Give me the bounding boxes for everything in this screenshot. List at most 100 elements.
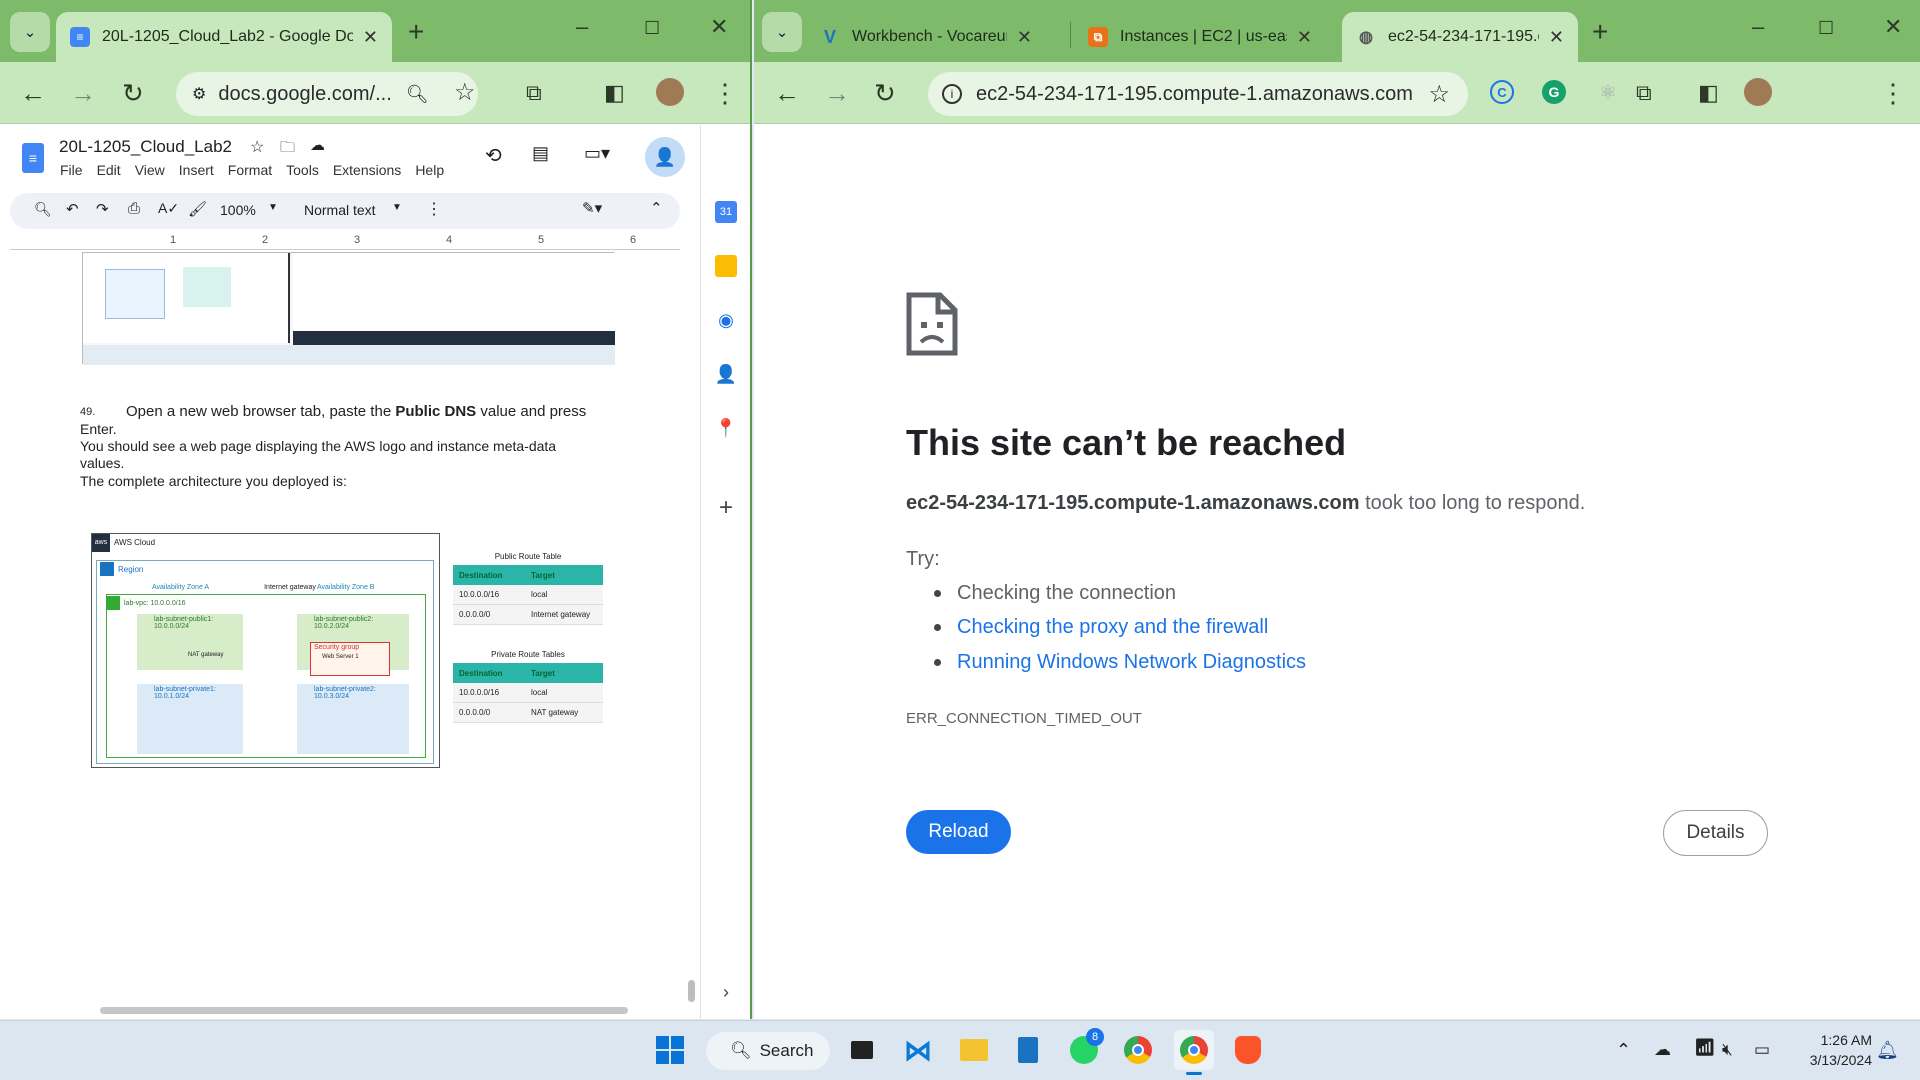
zoom-select[interactable]: 100% (220, 202, 256, 218)
chrome-profile-icon[interactable] (1174, 1030, 1214, 1070)
more-icon[interactable]: ⋮ (426, 199, 442, 219)
copyright-extension-icon[interactable]: C (1490, 80, 1514, 104)
minimize-button[interactable]: – (1752, 14, 1764, 40)
chevron-up-icon[interactable]: ⌃ (1616, 1040, 1631, 1061)
file-explorer-icon[interactable] (954, 1030, 994, 1070)
tab-ec2-instances[interactable]: ⧉ Instances | EC2 | us-eas ✕ (1074, 12, 1326, 62)
print-icon[interactable]: ⎙ (128, 200, 140, 217)
new-tab-button[interactable]: + (1592, 16, 1608, 48)
cloud-icon[interactable]: ☁ (310, 136, 325, 154)
menu-file[interactable]: File (60, 162, 83, 178)
reload-button[interactable]: Reload (906, 810, 1011, 854)
react-devtools-icon[interactable]: ⚛ (1596, 80, 1620, 104)
taskbar-search[interactable]: 🔍︎ Search (706, 1032, 830, 1070)
menu-format[interactable]: Format (228, 162, 272, 178)
close-icon[interactable]: ✕ (1017, 27, 1032, 48)
close-window-button[interactable]: ✕ (710, 14, 728, 40)
start-button[interactable] (650, 1030, 690, 1070)
close-icon[interactable]: ✕ (1549, 27, 1564, 48)
brave-icon[interactable] (1228, 1030, 1268, 1070)
forward-icon[interactable]: → (70, 78, 96, 108)
tab-search-button[interactable]: ⌄ (10, 12, 50, 52)
tab-ec2-site[interactable]: ◍ ec2-54-234-171-195.co ✕ (1342, 12, 1578, 62)
paint-format-icon[interactable]: 🖌︎ (188, 200, 207, 218)
side-panel-icon[interactable]: ◧ (604, 78, 625, 108)
address-bar[interactable]: i ec2-54-234-171-195.compute-1.amazonaws… (928, 72, 1468, 116)
battery-icon[interactable]: ▭ (1754, 1040, 1770, 1060)
maps-icon[interactable]: 📍 (715, 417, 737, 439)
menu-tools[interactable]: Tools (286, 162, 319, 178)
search-icon[interactable]: 🔍︎ (406, 84, 429, 105)
edit-mode-icon[interactable]: ✎▾ (582, 199, 602, 217)
contacts-icon[interactable]: 👤 (715, 363, 737, 385)
tab-search-button[interactable]: ⌄ (762, 12, 802, 52)
redo-icon[interactable]: ↷ (96, 200, 109, 218)
comment-icon[interactable]: ▤ (532, 143, 549, 164)
suggestion-link-proxy[interactable]: Checking the proxy and the firewall (934, 616, 1268, 639)
close-window-button[interactable]: ✕ (1884, 14, 1902, 40)
chevron-right-icon[interactable]: › (715, 981, 737, 1003)
reload-icon[interactable]: ↻ (122, 78, 144, 108)
calendar-icon[interactable]: 31 (715, 201, 737, 223)
task-view-icon[interactable] (842, 1030, 882, 1070)
star-icon[interactable]: ☆ (454, 78, 476, 108)
close-icon[interactable]: ✕ (363, 27, 378, 48)
extensions-icon[interactable]: ⧉ (1636, 78, 1652, 108)
notepad-icon[interactable] (1008, 1030, 1048, 1070)
menu-insert[interactable]: Insert (179, 162, 214, 178)
suggestion-link-text[interactable]: Running Windows Network Diagnostics (957, 651, 1306, 673)
details-button[interactable]: Details (1663, 810, 1768, 856)
style-select[interactable]: Normal text (304, 202, 376, 218)
menu-icon[interactable]: ⋮ (1880, 78, 1906, 108)
meet-icon[interactable]: ▭▾ (584, 143, 610, 164)
history-icon[interactable]: ⟲ (485, 143, 502, 168)
wifi-icon[interactable]: 📶︎ (1694, 1038, 1716, 1058)
vscode-icon[interactable]: ⋈ (898, 1030, 938, 1070)
suggestion-link-diagnostics[interactable]: Running Windows Network Diagnostics (934, 651, 1306, 674)
avatar[interactable] (1744, 78, 1772, 106)
spellcheck-icon[interactable]: A✓ (158, 200, 179, 217)
reload-icon[interactable]: ↻ (874, 78, 896, 108)
onedrive-icon[interactable]: ☁ (1654, 1040, 1671, 1060)
bell-icon[interactable]: 🔔︎ (1876, 1040, 1899, 1061)
tasks-icon[interactable]: ◉ (715, 309, 737, 331)
add-icon[interactable]: + (715, 494, 737, 521)
menu-edit[interactable]: Edit (97, 162, 121, 178)
site-settings-icon[interactable]: ⚙ (192, 84, 206, 104)
clock-time[interactable]: 1:26 AM (1790, 1032, 1872, 1048)
menu-icon[interactable]: ⋮ (712, 78, 738, 108)
side-panel-icon[interactable]: ◧ (1698, 78, 1719, 108)
search-icon[interactable]: 🔍︎ (34, 201, 52, 218)
tab-google-docs[interactable]: ≡ 20L-1205_Cloud_Lab2 - Google Do ✕ (56, 12, 392, 62)
star-icon[interactable]: ☆ (1428, 80, 1450, 109)
chrome-icon[interactable] (1118, 1030, 1158, 1070)
forward-icon[interactable]: → (824, 78, 850, 108)
maximize-button[interactable]: ☐ (644, 18, 660, 39)
undo-icon[interactable]: ↶ (66, 200, 79, 218)
info-icon[interactable]: i (942, 84, 962, 104)
avatar[interactable] (656, 78, 684, 106)
vertical-scrollbar[interactable] (688, 980, 695, 1002)
grammarly-icon[interactable]: G (1542, 80, 1566, 104)
menu-view[interactable]: View (135, 162, 165, 178)
star-icon[interactable]: ☆ (250, 137, 264, 157)
collapse-icon[interactable]: ⌃ (650, 199, 663, 217)
back-icon[interactable]: ← (20, 78, 46, 108)
suggestion-link-text[interactable]: Checking the proxy and the firewall (957, 616, 1268, 638)
horizontal-scrollbar[interactable] (100, 1007, 628, 1014)
new-tab-button[interactable]: + (408, 16, 424, 48)
extensions-icon[interactable]: ⧉ (526, 78, 542, 108)
share-icon[interactable]: 👤 (645, 137, 685, 177)
maximize-button[interactable]: ☐ (1818, 18, 1834, 39)
minimize-button[interactable]: – (576, 14, 588, 40)
folder-icon[interactable]: 🗀 (280, 137, 295, 162)
tab-vocareum[interactable]: V Workbench - Vocareum ✕ (806, 12, 1046, 62)
menu-extensions[interactable]: Extensions (333, 162, 401, 178)
address-bar[interactable]: ⚙ docs.google.com/... 🔍︎ (176, 72, 478, 116)
back-icon[interactable]: ← (774, 78, 800, 108)
doc-title[interactable]: 20L-1205_Cloud_Lab2 (59, 137, 232, 157)
clock-date[interactable]: 3/13/2024 (1790, 1052, 1872, 1068)
keep-icon[interactable] (715, 255, 737, 277)
menu-help[interactable]: Help (415, 162, 444, 178)
close-icon[interactable]: ✕ (1297, 27, 1312, 48)
